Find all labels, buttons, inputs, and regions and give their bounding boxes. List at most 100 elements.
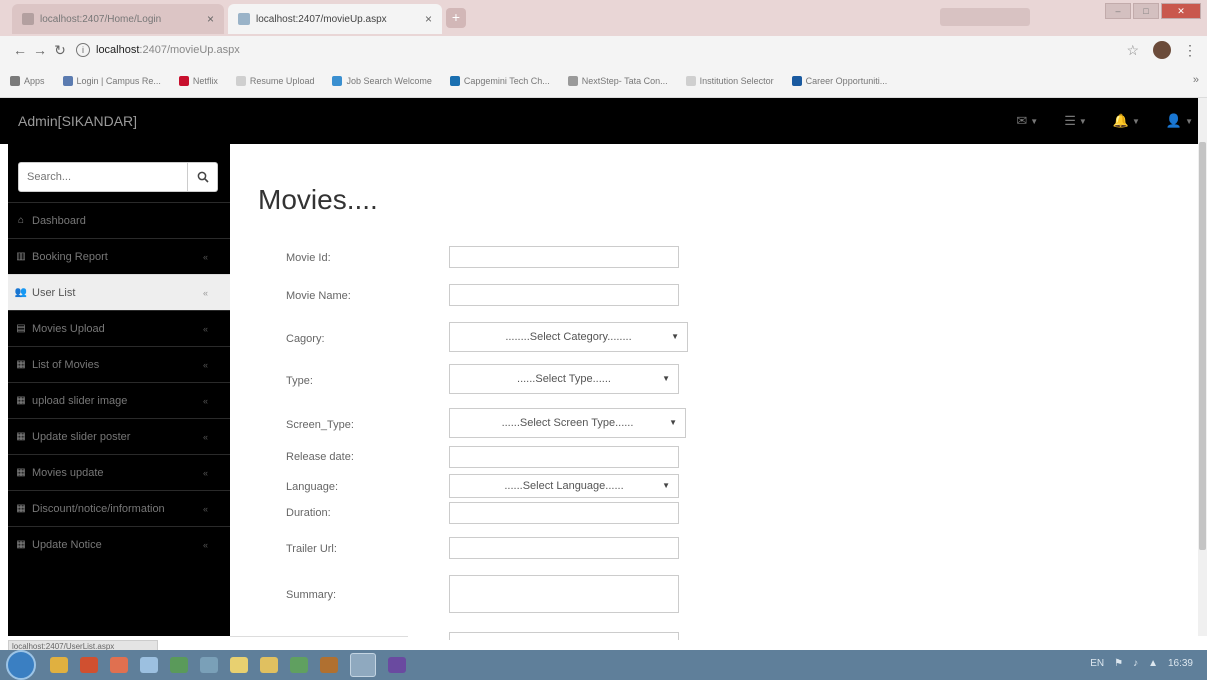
close-window-icon[interactable]: ✕ (1161, 3, 1201, 19)
folder-icon[interactable] (260, 657, 278, 673)
clock[interactable]: 16:39 (1168, 658, 1193, 669)
flag-icon[interactable]: ⚑ (1114, 658, 1123, 669)
new-tab-button[interactable]: + (446, 8, 466, 28)
table-icon: ▦ (16, 467, 26, 478)
movie-id-input[interactable] (449, 246, 679, 268)
caret-down-icon: ▼ (1078, 116, 1087, 126)
forward-icon[interactable]: → (30, 42, 50, 58)
bookmark-item[interactable]: Career Opportuniti... (791, 75, 887, 86)
bookmark-favicon-icon (10, 75, 20, 86)
sidebar-item-update-slider-poster[interactable]: ▦ Update slider poster « (8, 418, 230, 454)
browser-profile-pill[interactable] (940, 8, 1030, 26)
page-scrollbar[interactable] (1198, 98, 1207, 636)
taskbar-icons (50, 653, 406, 677)
language-indicator[interactable]: EN (1090, 658, 1104, 669)
visual-studio-icon[interactable] (388, 657, 406, 673)
tab-title: localhost:2407/Home/Login (40, 13, 162, 25)
screen-type-label: Screen_Type: (286, 419, 354, 431)
browser-menu-icon[interactable]: ⋮ (1183, 42, 1197, 59)
info-icon[interactable]: i (76, 43, 90, 57)
chrome-icon[interactable] (350, 653, 376, 677)
url-input[interactable]: i localhost:2407/movieUp.aspx (76, 39, 1126, 61)
chevron-left-icon: « (202, 287, 208, 298)
scrollbar-thumb[interactable] (1199, 142, 1206, 550)
trailer-url-input[interactable] (449, 537, 679, 559)
back-icon[interactable]: ← (10, 42, 30, 58)
sidebar-item-list-of-movies[interactable]: ▦ List of Movies « (8, 346, 230, 382)
language-select[interactable]: ......Select Language...... ▼ (449, 474, 679, 498)
chevron-left-icon: « (202, 431, 208, 442)
bookmark-favicon-icon (449, 75, 460, 86)
reload-icon[interactable]: ↻ (50, 42, 70, 59)
app-icon-red[interactable] (80, 657, 98, 673)
release-date-input[interactable] (449, 446, 679, 468)
form-row-trailer-url: Trailer Url: (230, 537, 1198, 563)
sidebar-item-dashboard[interactable]: ⌂ Dashboard (8, 202, 230, 238)
bookmarks-overflow-icon[interactable]: » (1193, 74, 1199, 86)
summary-textarea[interactable] (449, 575, 679, 613)
screen-type-select[interactable]: ......Select Screen Type...... ▼ (449, 408, 686, 438)
volume-icon[interactable]: ♪ (1133, 658, 1138, 669)
bookmark-item[interactable]: Login | Campus Re... (62, 75, 161, 86)
duration-input[interactable] (449, 502, 679, 524)
sidebar-item-movies-update[interactable]: ▦ Movies update « (8, 454, 230, 490)
explorer-icon[interactable] (50, 657, 68, 673)
navbar-dropdown[interactable]: 👤 ▼ (1166, 113, 1193, 129)
bookmark-favicon-icon (332, 75, 343, 86)
bookmark-item[interactable]: NextStep- Tata Con... (567, 75, 668, 86)
profile-avatar[interactable] (1153, 41, 1171, 59)
sidebar-item-upload-slider-image[interactable]: ▦ upload slider image « (8, 382, 230, 418)
paint-icon[interactable] (110, 657, 128, 673)
caret-down-icon: ▼ (1131, 116, 1140, 126)
minimize-icon[interactable]: – (1105, 3, 1131, 19)
bookmark-item[interactable]: Apps (10, 75, 45, 86)
network-icon[interactable] (170, 657, 188, 673)
navbar-dropdown[interactable]: ✉ ▼ (1016, 113, 1038, 129)
note-icon[interactable] (230, 657, 248, 673)
sidebar-item-booking-report[interactable]: ▥ Booking Report « (8, 238, 230, 274)
sidebar-item-update-notice[interactable]: ▦ Update Notice « (8, 526, 230, 562)
table-icon: ▦ (16, 431, 26, 442)
navbar-dropdown[interactable]: ☰ ▼ (1064, 113, 1087, 129)
browser-tab-movieup[interactable]: localhost:2407/movieUp.aspx × (228, 4, 442, 34)
signal-icon[interactable]: ▲ (1148, 658, 1158, 669)
sidebar-item-label: Movies Upload (32, 322, 105, 335)
app-brand[interactable]: Admin[SIKANDAR] (18, 113, 137, 129)
sidebar-item-discount-notice-information[interactable]: ▦ Discount/notice/information « (8, 490, 230, 526)
form-row-release-date: Release date: (230, 446, 1198, 472)
bookmark-favicon-icon (791, 75, 802, 86)
category-select[interactable]: ........Select Category........ ▼ (449, 322, 688, 352)
browser-tab-login[interactable]: localhost:2407/Home/Login × (12, 4, 224, 34)
type-select[interactable]: ......Select Type...... ▼ (449, 364, 679, 394)
bookmark-item[interactable]: Resume Upload (235, 75, 314, 86)
sidebar-item-label: Booking Report (32, 250, 108, 263)
tool-icon[interactable] (200, 657, 218, 673)
envelope-icon: ✉ (1016, 113, 1028, 128)
sidebar-item-label: upload slider image (32, 394, 128, 407)
bookmark-star-icon[interactable]: ☆ (1126, 42, 1139, 59)
sidebar-item-user-list[interactable]: 👥 User List « (8, 274, 230, 310)
bookmark-item[interactable]: Institution Selector (685, 75, 774, 86)
movie-name-input[interactable] (449, 284, 679, 306)
close-tab-icon[interactable]: × (207, 12, 214, 26)
search-button[interactable] (188, 162, 218, 192)
sidebar-item-movies-upload[interactable]: ▤ Movies Upload « (8, 310, 230, 346)
tab-title: localhost:2407/movieUp.aspx (256, 13, 387, 25)
next-field-input[interactable] (449, 632, 679, 640)
media-icon[interactable] (290, 657, 308, 673)
url-path: :2407/movieUp.aspx (139, 44, 240, 56)
bookmark-item[interactable]: Job Search Welcome (332, 75, 432, 86)
maximize-icon[interactable]: □ (1133, 3, 1159, 19)
os-taskbar: EN ⚑ ♪ ▲ 16:39 (0, 650, 1207, 680)
start-button[interactable] (6, 650, 36, 680)
office-icon[interactable] (320, 657, 338, 673)
search-input[interactable] (18, 162, 188, 192)
users-icon: 👥 (14, 287, 28, 298)
window-icon[interactable] (140, 657, 158, 673)
close-tab-icon[interactable]: × (425, 12, 432, 26)
dropdown-caret-icon: ▼ (671, 332, 679, 341)
bookmark-item[interactable]: Netflix (178, 75, 218, 86)
navbar-dropdown[interactable]: 🔔 ▼ (1113, 113, 1140, 129)
sidebar-menu: ⌂ Dashboard ▥ Booking Report « 👥 User List « ▤ Mo… (8, 202, 230, 562)
bookmark-item[interactable]: Capgemini Tech Ch... (449, 75, 550, 86)
